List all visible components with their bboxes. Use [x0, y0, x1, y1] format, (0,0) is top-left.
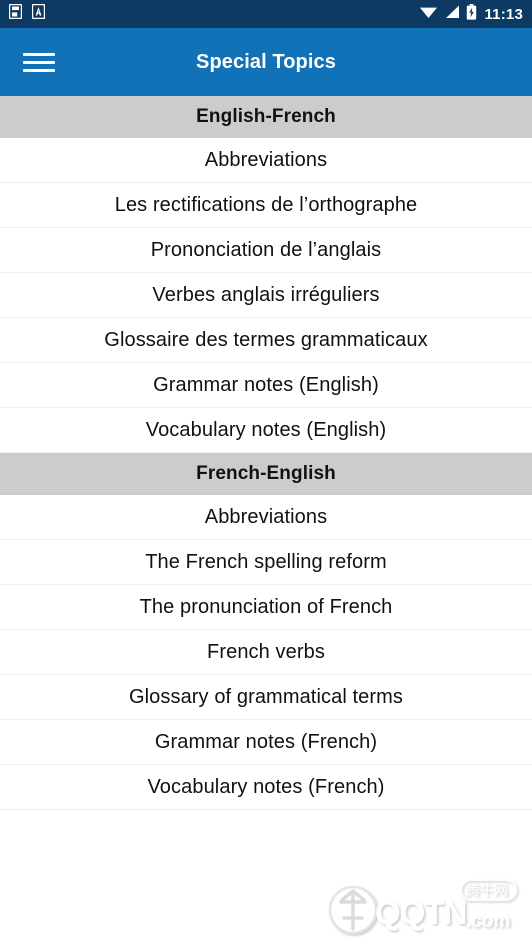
- section-header-english-french: English-French: [0, 96, 532, 138]
- status-bar: 11:13: [0, 0, 532, 28]
- list-item[interactable]: Grammar notes (English): [0, 363, 532, 408]
- list-item[interactable]: Abbreviations: [0, 495, 532, 540]
- list-item[interactable]: French verbs: [0, 630, 532, 675]
- app-screen: 11:13 Special Topics English-French Abbr…: [0, 0, 532, 946]
- app-bar: Special Topics: [0, 28, 532, 96]
- page-title: Special Topics: [196, 50, 336, 73]
- list-item[interactable]: Glossary of grammatical terms: [0, 675, 532, 720]
- list-item[interactable]: Grammar notes (French): [0, 720, 532, 765]
- list-item[interactable]: Vocabulary notes (English): [0, 408, 532, 453]
- sdcard-save-icon: [8, 3, 23, 24]
- list-item[interactable]: Les rectifications de l’orthographe: [0, 183, 532, 228]
- wifi-icon: [419, 4, 438, 24]
- list-item[interactable]: The French spelling reform: [0, 540, 532, 585]
- cellular-signal-icon: [444, 4, 460, 24]
- battery-charging-icon: [466, 3, 477, 25]
- status-bar-left-icons: [8, 3, 46, 24]
- list-item[interactable]: Glossaire des termes grammaticaux: [0, 318, 532, 363]
- list-item[interactable]: Verbes anglais irréguliers: [0, 273, 532, 318]
- status-bar-clock: 11:13: [484, 5, 523, 23]
- list-item[interactable]: The pronunciation of French: [0, 585, 532, 630]
- hamburger-menu-icon[interactable]: [20, 46, 58, 78]
- list-item[interactable]: Vocabulary notes (French): [0, 765, 532, 810]
- status-bar-right-icons: 11:13: [419, 3, 523, 25]
- section-header-french-english: French-English: [0, 453, 532, 495]
- font-a-icon: [31, 3, 46, 24]
- special-topics-list: English-French Abbreviations Les rectifi…: [0, 96, 532, 946]
- list-item[interactable]: Prononciation de l’anglais: [0, 228, 532, 273]
- list-item[interactable]: Abbreviations: [0, 138, 532, 183]
